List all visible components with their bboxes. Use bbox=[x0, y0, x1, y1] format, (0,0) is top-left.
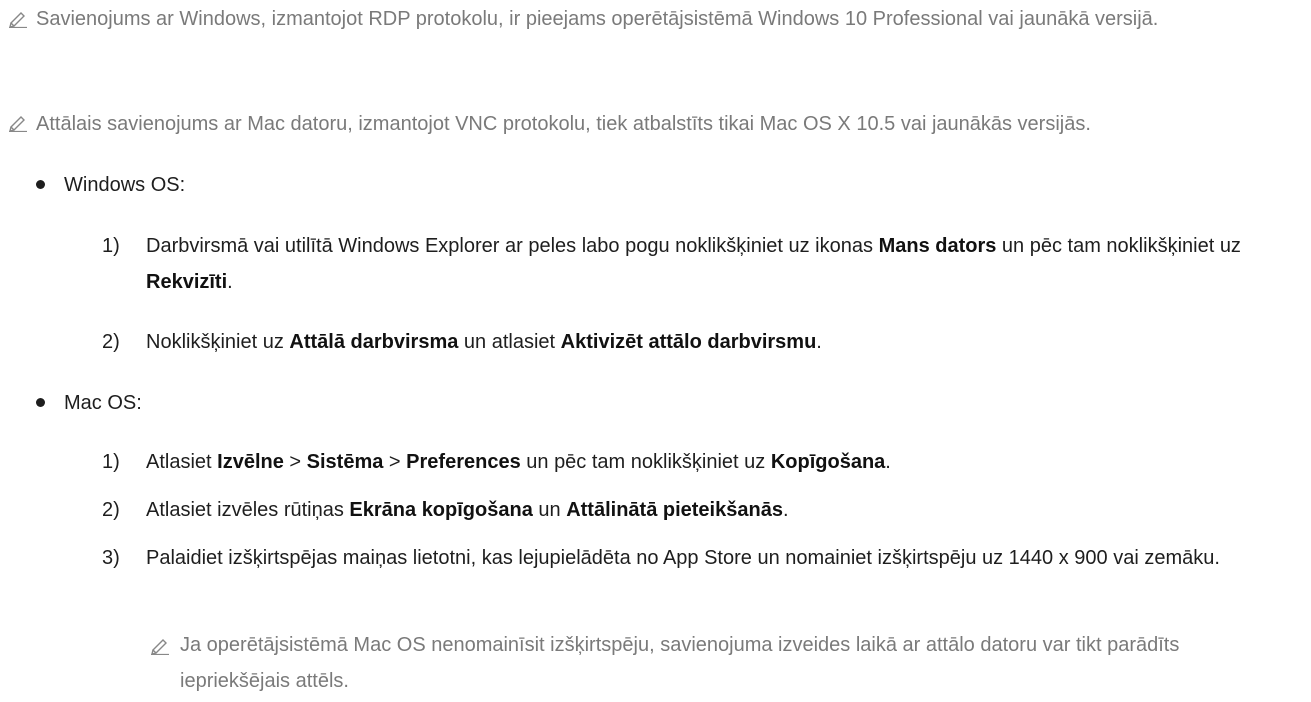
windows-os-label: Windows OS: bbox=[64, 174, 186, 196]
text: Noklikšķiniet uz bbox=[146, 331, 290, 353]
bold-term: Aktivizēt attālo darbvirsmu bbox=[560, 331, 817, 353]
text: un atlasiet bbox=[458, 331, 561, 353]
bold-term: Rekvizīti bbox=[146, 271, 228, 293]
bullet-dot bbox=[36, 180, 45, 189]
text: . bbox=[227, 271, 233, 293]
step-text: Noklikšķiniet uz Attālā darbvirsma un at… bbox=[146, 324, 1291, 360]
bold-term: Attālā darbvirsma bbox=[289, 331, 459, 353]
bold-term: Mans dators bbox=[878, 235, 997, 257]
pencil-note-icon bbox=[151, 639, 169, 655]
pencil-note-icon bbox=[9, 116, 27, 132]
text: Darbvirsmā vai utilītā Windows Explorer … bbox=[146, 235, 879, 257]
step-text: Atlasiet Izvēlne > Sistēma > Preferences… bbox=[146, 444, 1291, 480]
step-text: Darbvirsmā vai utilītā Windows Explorer … bbox=[146, 228, 1291, 300]
text: un bbox=[532, 499, 567, 521]
step-text: Palaidiet izšķirtspējas maiņas lietotni,… bbox=[146, 547, 1220, 569]
bold-term: Kopīgošana bbox=[770, 451, 886, 473]
step-number: 2) bbox=[102, 331, 120, 353]
bold-term: Ekrāna kopīgošana bbox=[349, 499, 533, 521]
bold-term: Sistēma bbox=[306, 451, 384, 473]
text: . bbox=[782, 499, 789, 521]
separator: > bbox=[383, 451, 407, 473]
pencil-note-icon bbox=[9, 12, 27, 28]
note-text: Ja operētājsistēmā Mac OS nenomainīsit i… bbox=[180, 634, 1180, 692]
separator: > bbox=[283, 451, 307, 473]
step-number: 1) bbox=[102, 235, 120, 257]
text: . bbox=[816, 331, 822, 353]
text: Atlasiet bbox=[146, 451, 218, 473]
step-number: 1) bbox=[102, 451, 120, 473]
note-text: Attālais savienojums ar Mac datoru, izma… bbox=[36, 113, 1091, 135]
text: un pēc tam noklikšķiniet uz bbox=[520, 451, 771, 473]
text: Atlasiet izvēles rūtiņas bbox=[146, 499, 350, 521]
step-number: 2) bbox=[102, 499, 120, 521]
step-number: 3) bbox=[102, 547, 120, 569]
mac-os-label: Mac OS: bbox=[64, 392, 142, 414]
bold-term: Izvēlne bbox=[217, 451, 284, 473]
bold-term: Attālinātā pieteikšanās bbox=[566, 499, 783, 521]
text: . bbox=[885, 451, 891, 473]
note-text: Savienojums ar Windows, izmantojot RDP p… bbox=[36, 8, 1159, 30]
step-text: Atlasiet izvēles rūtiņas Ekrāna kopīgoša… bbox=[146, 492, 1291, 528]
bold-term: Preferences bbox=[406, 451, 521, 473]
bullet-dot bbox=[36, 398, 45, 407]
text: un pēc tam noklikšķiniet uz bbox=[996, 235, 1241, 257]
